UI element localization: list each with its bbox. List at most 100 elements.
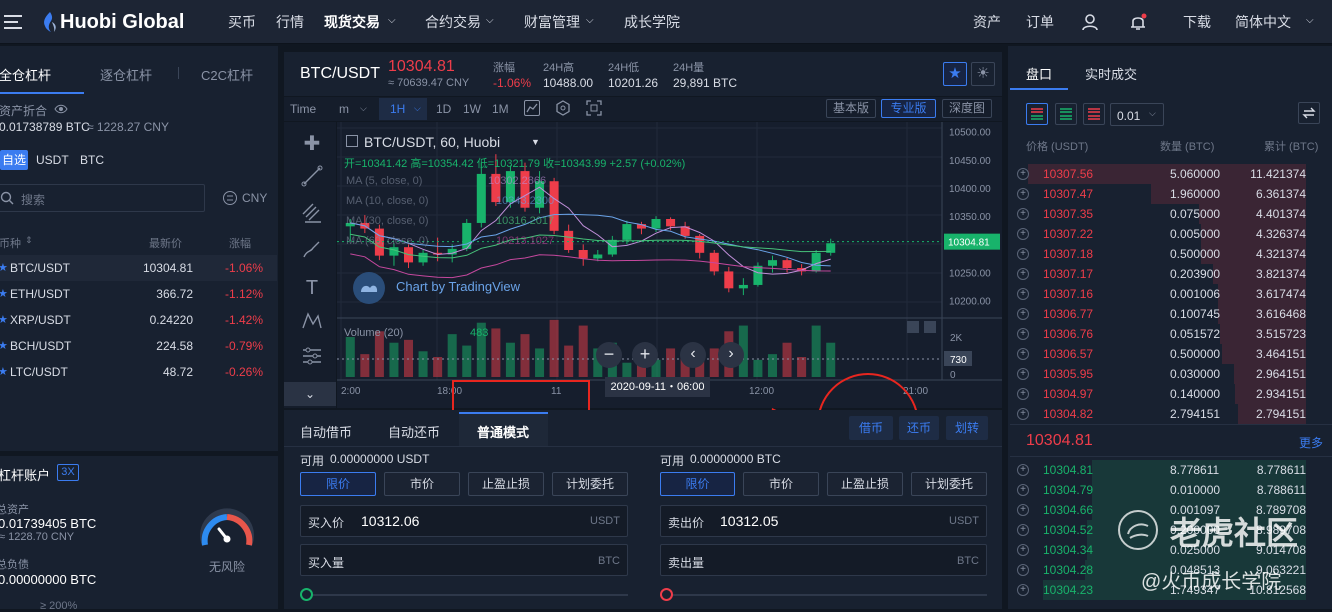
add-order-icon[interactable]: + [1017,504,1029,516]
add-order-icon[interactable]: + [1017,408,1029,420]
filter-usdt[interactable]: USDT [36,153,69,167]
ask-row[interactable]: +10307.56 5.060000 11.421374 [1010,164,1316,184]
nav-academy[interactable]: 成长学院 [624,0,680,44]
favorite-star-icon[interactable]: ★ [0,261,8,274]
tab-isolated-margin[interactable]: 逐仓杠杆 [100,65,152,84]
ask-row[interactable]: +10307.17 0.203900 3.821374 [1010,264,1316,284]
repay-button[interactable]: 还币 [899,416,939,440]
ask-row[interactable]: +10305.95 0.030000 2.964151 [1010,364,1316,384]
ask-row[interactable]: +10306.57 0.500000 3.464151 [1010,344,1316,364]
market-row[interactable]: ★ LTC/USDT 48.72 -0.26% [0,359,277,385]
chart-symbol-title[interactable]: BTC/USDT, 60, Huobi [364,134,500,150]
market-row[interactable]: ★ BTC/USDT 10304.81 -1.06% [0,255,277,281]
tab-orderbook[interactable]: 盘口 [1026,64,1052,83]
market-row[interactable]: ★ BCH/USDT 224.58 -0.79% [0,333,277,359]
bid-row[interactable]: +10304.79 0.010000 8.788611 [1010,480,1316,500]
ask-row[interactable]: +10304.97 0.140000 2.934151 [1010,384,1316,404]
nav-contracts[interactable]: 合约交易 [425,0,481,44]
interval-1m[interactable]: 1M [492,102,509,116]
text-tool-icon[interactable]: T [298,274,326,302]
interval-1d[interactable]: 1D [436,102,451,116]
theme-sun-icon[interactable]: ☀ [971,62,995,86]
scroll-right-button[interactable]: › [718,342,744,368]
market-row[interactable]: ★ ETH/USDT 366.72 -1.12% [0,281,277,307]
add-order-icon[interactable]: + [1017,524,1029,536]
favorite-star-icon[interactable]: ★ [0,339,8,352]
eye-icon[interactable] [54,103,68,114]
tab-auto-borrow[interactable]: 自动借币 [300,422,352,441]
add-order-icon[interactable]: + [1017,168,1029,180]
nav-buy-crypto[interactable]: 买币 [228,0,256,44]
buy-trigger-button[interactable]: 计划委托 [552,472,628,496]
buy-slider-handle[interactable] [300,588,313,601]
sell-amount-input[interactable] [660,544,987,576]
brand-name[interactable]: Huobi Global [60,11,184,34]
indicators-icon[interactable] [555,100,571,116]
add-order-icon[interactable]: + [1017,268,1029,280]
view-pro[interactable]: 专业版 [881,99,936,118]
sell-limit-button[interactable]: 限价 [660,472,735,496]
market-row[interactable]: ★ XRP/USDT 0.24220 -1.42% [0,307,277,333]
add-order-icon[interactable]: + [1017,308,1029,320]
volume-indicator-label[interactable]: Volume (20) [344,327,403,339]
nav-markets[interactable]: 行情 [276,0,304,44]
currency-label[interactable]: CNY [242,191,267,205]
favorite-star-icon[interactable]: ★ [0,365,8,378]
fullscreen-icon[interactable] [586,100,602,116]
add-order-icon[interactable]: + [1017,368,1029,380]
column-change[interactable]: 涨幅 [229,235,251,251]
column-pair[interactable]: 币种 [0,235,21,251]
tab-cross-margin[interactable]: 全仓杠杆 [0,65,51,84]
ask-row[interactable]: +10304.82 2.794151 2.794151 [1010,404,1316,424]
borrow-button[interactable]: 借币 [849,416,893,440]
add-order-icon[interactable]: + [1017,564,1029,576]
add-order-icon[interactable]: + [1017,584,1029,596]
brush-icon[interactable] [298,238,326,266]
view-depth[interactable]: 深度图 [942,99,992,118]
scroll-left-button[interactable]: ‹ [680,342,706,368]
currency-icon[interactable] [222,190,238,206]
ma30-label[interactable]: MA (30, close, 0) [346,215,429,227]
add-order-icon[interactable]: + [1017,464,1029,476]
orderbook-both-icon[interactable] [1026,103,1048,125]
bell-icon[interactable] [1128,12,1148,32]
nav-spot-trading[interactable]: 现货交易 [324,0,380,44]
transfer-button[interactable]: 划转 [946,416,988,440]
add-order-icon[interactable]: + [1017,208,1029,220]
nav-download[interactable]: 下载 [1183,0,1211,44]
ma5-label[interactable]: MA (5, close, 0) [346,175,422,187]
favorite-star-icon[interactable]: ★ [943,62,967,86]
sell-trigger-button[interactable]: 计划委托 [911,472,987,496]
ask-row[interactable]: +10307.16 0.001006 3.617474 [1010,284,1316,304]
buy-stop-button[interactable]: 止盈止损 [468,472,544,496]
favorite-star-icon[interactable]: ★ [0,313,8,326]
favorite-star-icon[interactable]: ★ [0,287,8,300]
zoom-in-button[interactable]: + [632,342,658,368]
crosshair-icon[interactable]: ✚ [298,130,326,158]
tab-c2c-margin[interactable]: C2C杠杆 [201,65,253,84]
menu-icon[interactable] [4,12,24,32]
add-order-icon[interactable]: + [1017,228,1029,240]
buy-limit-button[interactable]: 限价 [300,472,376,496]
pitchfork-icon[interactable] [298,202,326,230]
interval-minutes[interactable]: m [339,102,349,116]
interval-1w[interactable]: 1W [463,102,481,116]
sell-slider-handle[interactable] [660,588,673,601]
measure-icon[interactable] [298,345,326,373]
add-order-icon[interactable]: + [1017,348,1029,360]
ask-row[interactable]: +10307.47 1.960000 6.361374 [1010,184,1316,204]
bid-row[interactable]: +10304.81 8.778611 8.778611 [1010,460,1316,480]
chart-type-icon[interactable] [524,100,540,116]
user-icon[interactable] [1080,12,1100,32]
sell-market-button[interactable]: 市价 [743,472,819,496]
add-order-icon[interactable]: + [1017,388,1029,400]
ask-row[interactable]: +10307.18 0.500000 4.321374 [1010,244,1316,264]
add-order-icon[interactable]: + [1017,544,1029,556]
buy-slider[interactable] [300,594,628,596]
buy-price-input[interactable] [300,505,628,537]
trendline-icon[interactable] [298,165,326,193]
buy-market-button[interactable]: 市价 [384,472,460,496]
tab-recent-trades[interactable]: 实时成交 [1085,64,1137,83]
orderbook-asks-icon[interactable] [1083,103,1105,125]
ask-row[interactable]: +10306.76 0.051572 3.515723 [1010,324,1316,344]
